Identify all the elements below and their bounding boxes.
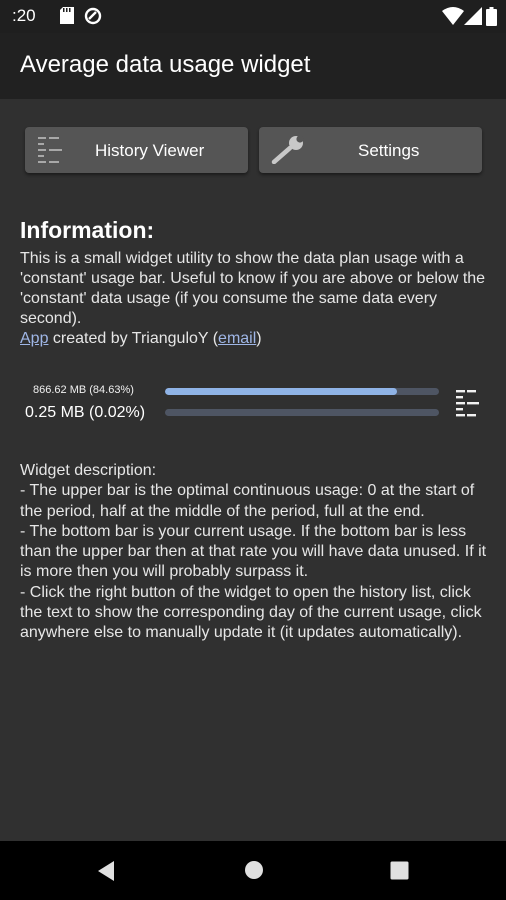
navigation-bar	[0, 841, 506, 900]
home-icon[interactable]	[244, 860, 264, 885]
data-saver-icon	[84, 7, 104, 25]
sd-card-icon	[60, 7, 80, 25]
current-usage-bar	[165, 409, 439, 416]
recents-icon[interactable]	[390, 861, 409, 885]
history-viewer-button[interactable]: History Viewer	[25, 127, 248, 173]
description-item: - The upper bar is the optimal continuou…	[20, 482, 475, 520]
widget-optimal-usage-text[interactable]: 866.62 MB (84.63%)	[33, 384, 134, 396]
close-paren: )	[256, 330, 262, 347]
history-list-icon	[456, 390, 479, 417]
back-icon[interactable]	[96, 860, 116, 887]
wifi-icon	[442, 7, 464, 25]
status-bar: :20	[0, 0, 506, 33]
information-text: This is a small widget utility to show t…	[20, 249, 492, 349]
information-heading: Information:	[20, 217, 155, 243]
optimal-usage-bar	[165, 388, 439, 395]
description-item: - Click the right button of the widget t…	[20, 583, 482, 642]
app-title: Average data usage widget	[20, 51, 311, 78]
description-item: - The bottom bar is your current usage. …	[20, 522, 487, 581]
signal-icon	[464, 7, 484, 25]
settings-button[interactable]: Settings	[259, 127, 482, 173]
description-title: Widget description:	[20, 462, 157, 479]
created-by-text: created by TrianguloY (	[48, 330, 219, 347]
widget-current-usage-text[interactable]: 0.25 MB (0.02%)	[25, 404, 145, 422]
settings-label: Settings	[358, 141, 420, 160]
widget-history-button[interactable]	[451, 386, 483, 420]
history-viewer-label: History Viewer	[95, 141, 205, 160]
battery-icon	[486, 7, 498, 26]
status-time: :20	[12, 6, 36, 25]
information-body: This is a small widget utility to show t…	[20, 250, 486, 327]
widget-description: Widget description: - The upper bar is t…	[20, 461, 496, 644]
wrench-icon	[271, 135, 307, 169]
email-link[interactable]: email	[218, 330, 256, 347]
optimal-usage-bar-fill	[165, 388, 397, 395]
history-list-icon	[36, 134, 64, 171]
app-bar: Average data usage widget	[0, 33, 506, 99]
app-link[interactable]: App	[20, 330, 48, 347]
